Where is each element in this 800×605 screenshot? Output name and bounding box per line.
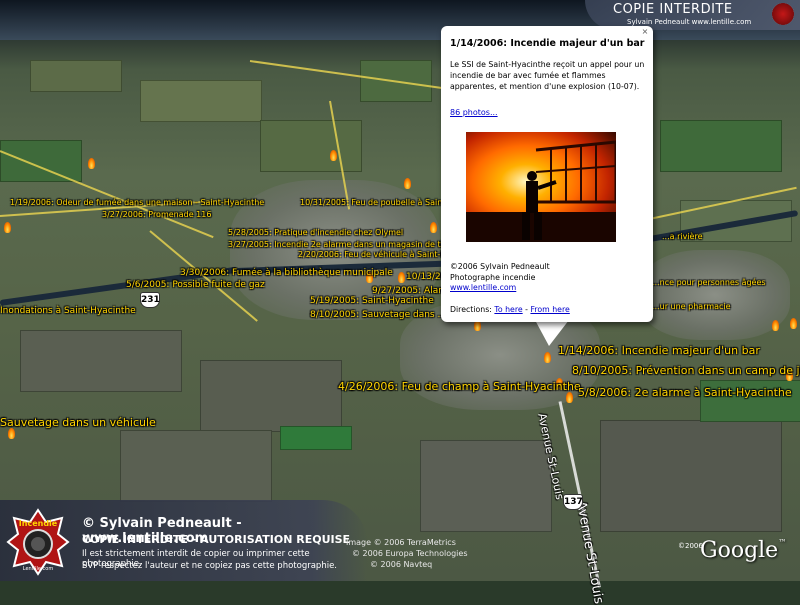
route-shield: 231 (140, 292, 160, 308)
imagery-credit: © 2006 Europa Technologies (352, 549, 468, 558)
field (30, 60, 122, 92)
incident-label[interactable]: 3/27/2006: Promenade 116 (102, 210, 211, 219)
photos-link[interactable]: 86 photos... (450, 108, 498, 117)
field (280, 426, 352, 450)
incident-label[interactable]: 5/8/2006: 2e alarme à Saint-Hyacinthe (578, 386, 792, 399)
badge-subtext: Lentille.com (23, 566, 54, 572)
close-icon[interactable]: × (641, 28, 649, 36)
google-logo: Google™ (700, 538, 786, 563)
google-logo-text: Google (700, 538, 779, 563)
incident-label[interactable]: Inondations à Saint-Hyacinthe (0, 306, 136, 316)
credit-line: ©2006 Sylvain Pedneault (450, 262, 550, 271)
watermark-warning: SVP respectez l'auteur et ne copiez pas … (82, 561, 337, 571)
balloon-title: 1/14/2006: Incendie majeur d'un bar (450, 38, 645, 49)
field (660, 120, 782, 172)
incident-marker[interactable] (4, 222, 11, 233)
incident-label[interactable]: 8/10/2005: Sauvetage dans ... (310, 310, 446, 320)
imagery-credit: Image © 2006 TerraMetrics (346, 538, 456, 547)
field (0, 140, 82, 182)
incident-label[interactable]: 1/14/2006: Incendie majeur d'un bar (558, 344, 760, 357)
watermark-notice: COPIE INTERDITE - AUTORISATION REQUISE (82, 533, 351, 546)
watermark-subtitle: Sylvain Pedneault www.lentille.com (627, 18, 752, 26)
imagery-credit: © 2006 Navteq (370, 560, 433, 569)
directions-label: Directions: (450, 305, 495, 314)
fire-photo-art (466, 140, 616, 242)
incident-marker[interactable] (404, 178, 411, 189)
badge-text: Incendie (19, 519, 58, 528)
incident-label[interactable]: 8/10/2005: Prévention dans un camp de jo… (572, 364, 800, 377)
field (600, 420, 782, 532)
incident-marker[interactable] (772, 320, 779, 331)
to-here-link[interactable]: To here (494, 305, 522, 314)
incident-marker[interactable] (8, 428, 15, 439)
incident-marker[interactable] (330, 150, 337, 161)
incident-label[interactable]: 1/19/2006: Odeur de fumée dans une maiso… (10, 198, 264, 207)
balloon-tail (535, 320, 569, 346)
copyright-watermark-bottom: Incendie Lentille.com © Sylvain Pedneaul… (0, 500, 368, 581)
field (260, 120, 362, 172)
badge-art: Incendie Lentille.com (6, 508, 70, 576)
trademark: ™ (778, 538, 787, 547)
fire-badge-icon (772, 3, 794, 25)
incident-marker[interactable] (398, 272, 405, 283)
route-shield: 137 (563, 494, 583, 510)
incident-marker[interactable] (790, 318, 797, 329)
field (200, 360, 342, 432)
incident-label[interactable]: 4/26/2006: Feu de champ à Saint-Hyacinth… (338, 380, 581, 393)
photo-credit: ©2006 Sylvain Pedneault Photographe ince… (450, 262, 550, 294)
incident-label[interactable]: 5/19/2005: Saint-Hyacinthe (310, 296, 434, 306)
fire-department-badge-icon: Incendie Lentille.com (6, 508, 70, 576)
urban-area (640, 250, 790, 340)
incident-marker[interactable] (88, 158, 95, 169)
incident-label[interactable]: 3/30/2006: Fumée à la bibliothèque munic… (180, 268, 393, 278)
road (0, 150, 214, 239)
field (140, 80, 262, 122)
incident-marker[interactable] (544, 352, 551, 363)
incident-label[interactable]: 5/6/2005: Possible fuite de gaz (126, 280, 265, 290)
watermark-title: COPIE INTERDITE (613, 2, 733, 17)
incident-marker[interactable] (430, 222, 437, 233)
incident-label[interactable]: ...ur une pharmacie (652, 302, 731, 311)
incident-label[interactable]: 5/28/2005: Pratique d'incendie chez Olym… (228, 228, 403, 237)
incident-label[interactable]: ...nce pour personnes âgées (652, 278, 766, 287)
map-canvas[interactable]: 1/19/2006: Odeur de fumée dans une maiso… (0, 0, 800, 605)
from-here-link[interactable]: From here (530, 305, 569, 314)
info-balloon: × 1/14/2006: Incendie majeur d'un bar Le… (441, 26, 653, 322)
website-link[interactable]: www.lentille.com (450, 283, 550, 294)
incident-label[interactable]: 3/27/2005: Incendie 2e alarme dans un ma… (228, 240, 460, 249)
balloon-description: Le SSI de Saint-Hyacinthe reçoit un appe… (450, 60, 645, 91)
incident-label[interactable]: ...a rivière (662, 232, 703, 241)
field (420, 440, 552, 532)
credit-line: Photographe incendie (450, 272, 536, 282)
fire-photo[interactable] (466, 132, 616, 242)
incident-marker[interactable] (566, 392, 573, 403)
field (120, 430, 272, 502)
directions: Directions: To here - From here (450, 305, 570, 314)
incident-label[interactable]: Sauvetage dans un véhicule (0, 416, 156, 429)
field (20, 330, 182, 392)
